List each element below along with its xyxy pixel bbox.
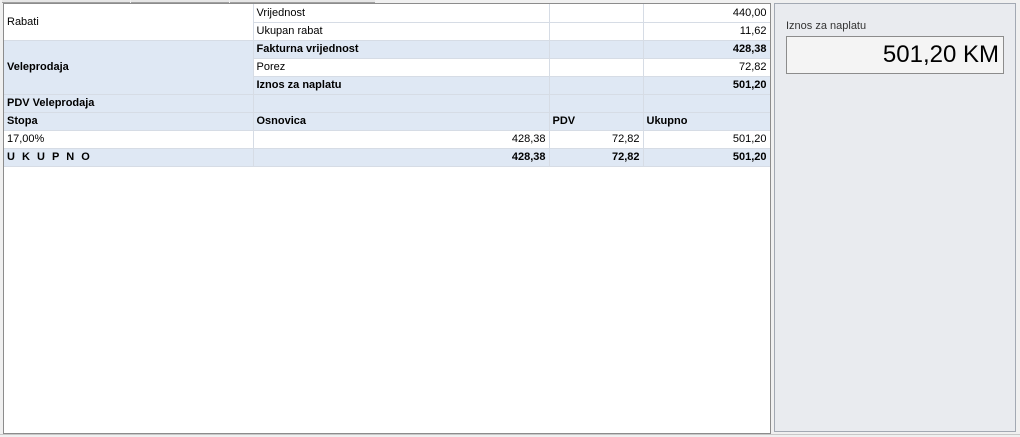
- cell-osnovica: 428,38: [253, 130, 550, 149]
- group-label-veleprodaja: Veleprodaja: [4, 40, 254, 95]
- empty-cell: [549, 76, 644, 95]
- total-ukupno: 501,20: [643, 148, 770, 167]
- empty-cell: [549, 40, 644, 59]
- row-label: Fakturna vrijednost: [253, 40, 550, 59]
- amount-due-panel: Iznos za naplatu 501,20 KM: [774, 3, 1016, 432]
- column-header-stopa[interactable]: Stopa: [4, 112, 254, 131]
- row-value: 440,00: [643, 4, 770, 23]
- summary-grid: Rabati Vrijednost 440,00 Ukupan rabat 11…: [3, 3, 771, 434]
- column-header-row: Stopa Osnovica PDV Ukupno: [4, 112, 770, 131]
- column-header-pdv[interactable]: PDV: [549, 112, 644, 131]
- pdv-section-title: PDV Veleprodaja: [4, 94, 254, 113]
- row-label: Vrijednost: [253, 4, 550, 23]
- summary-table: Rabati Vrijednost 440,00 Ukupan rabat 11…: [4, 4, 770, 167]
- empty-cell: [549, 22, 644, 41]
- empty-cell: [643, 94, 770, 113]
- cell-pdv: 72,82: [549, 130, 644, 149]
- total-row[interactable]: U K U P N O 428,38 72,82 501,20: [4, 148, 770, 167]
- table-row[interactable]: 17,00% 428,38 72,82 501,20: [4, 130, 770, 149]
- table-row[interactable]: Veleprodaja Fakturna vrijednost 428,38: [4, 40, 770, 95]
- row-value: 428,38: [643, 40, 770, 59]
- section-title-row: PDV Veleprodaja: [4, 94, 770, 113]
- empty-cell: [253, 94, 550, 113]
- empty-cell: [549, 4, 644, 23]
- total-osnovica: 428,38: [253, 148, 550, 167]
- row-label: Iznos za naplatu: [253, 76, 550, 95]
- row-label: Ukupan rabat: [253, 22, 550, 41]
- cell-ukupno: 501,20: [643, 130, 770, 149]
- bottom-divider: [0, 434, 1020, 435]
- table-row[interactable]: Rabati Vrijednost 440,00: [4, 4, 770, 41]
- empty-cell: [549, 58, 644, 77]
- column-header-osnovica[interactable]: Osnovica: [253, 112, 550, 131]
- row-value: 72,82: [643, 58, 770, 77]
- amount-due-label: Iznos za naplatu: [786, 20, 867, 32]
- total-label: U K U P N O: [4, 148, 254, 167]
- group-label-rabati: Rabati: [4, 4, 254, 41]
- row-label: Porez: [253, 58, 550, 77]
- invoice-summary-window: Rabati Vrijednost 440,00 Ukupan rabat 11…: [0, 0, 1020, 437]
- total-pdv: 72,82: [549, 148, 644, 167]
- empty-cell: [549, 94, 644, 113]
- row-value: 11,62: [643, 22, 770, 41]
- amount-due-display: 501,20 KM: [786, 36, 1004, 74]
- row-value: 501,20: [643, 76, 770, 95]
- column-header-ukupno[interactable]: Ukupno: [643, 112, 770, 131]
- cell-stopa: 17,00%: [4, 130, 254, 149]
